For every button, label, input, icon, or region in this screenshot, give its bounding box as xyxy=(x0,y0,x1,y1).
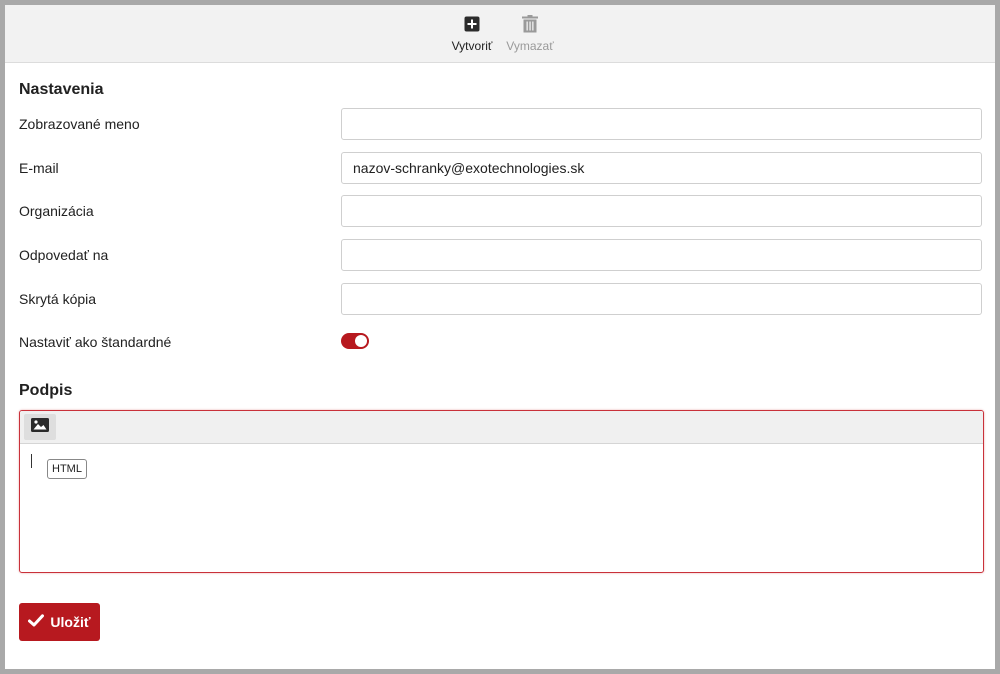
bcc-input[interactable] xyxy=(341,283,982,315)
image-icon xyxy=(31,417,49,437)
display-name-label: Zobrazované meno xyxy=(19,116,140,132)
reply-to-row: Odpovedať na xyxy=(19,239,985,273)
default-row: Nastaviť ako štandardné xyxy=(19,326,985,360)
create-button[interactable]: Vytvoriť xyxy=(449,13,495,57)
delete-button-label: Vymazať xyxy=(506,39,554,53)
signature-heading: Podpis xyxy=(19,382,73,399)
signature-editor[interactable]: HTML xyxy=(19,410,984,573)
create-button-label: Vytvoriť xyxy=(451,39,493,53)
identity-settings-panel: Vytvoriť Vymazať Nastavenia Zobrazované … xyxy=(5,5,995,669)
reply-to-input[interactable] xyxy=(341,239,982,271)
email-label: E-mail xyxy=(19,160,59,176)
organization-label: Organizácia xyxy=(19,203,94,219)
default-toggle[interactable] xyxy=(341,333,369,349)
email-row: E-mail xyxy=(19,152,985,186)
default-label: Nastaviť ako štandardné xyxy=(19,334,172,350)
bcc-label: Skrytá kópia xyxy=(19,291,97,307)
organization-row: Organizácia xyxy=(19,195,985,229)
html-mode-badge[interactable]: HTML xyxy=(47,459,87,479)
organization-input[interactable] xyxy=(341,195,982,227)
bcc-row: Skrytá kópia xyxy=(19,283,985,317)
reply-to-label: Odpovedať na xyxy=(19,247,109,263)
delete-button[interactable]: Vymazať xyxy=(503,13,557,57)
display-name-row: Zobrazované meno xyxy=(19,108,985,142)
insert-image-button[interactable] xyxy=(24,414,56,440)
save-button[interactable]: Uložiť xyxy=(19,603,100,641)
toggle-knob xyxy=(355,335,367,347)
trash-icon xyxy=(520,13,540,35)
editor-toolbar xyxy=(20,411,983,444)
plus-square-icon xyxy=(462,13,482,35)
top-toolbar: Vytvoriť Vymazať xyxy=(5,5,995,63)
settings-heading: Nastavenia xyxy=(19,81,104,98)
display-name-input[interactable] xyxy=(341,108,982,140)
email-input[interactable] xyxy=(341,152,982,184)
checkmark-icon xyxy=(28,614,45,630)
save-button-label: Uložiť xyxy=(50,614,91,630)
text-caret xyxy=(31,454,32,468)
